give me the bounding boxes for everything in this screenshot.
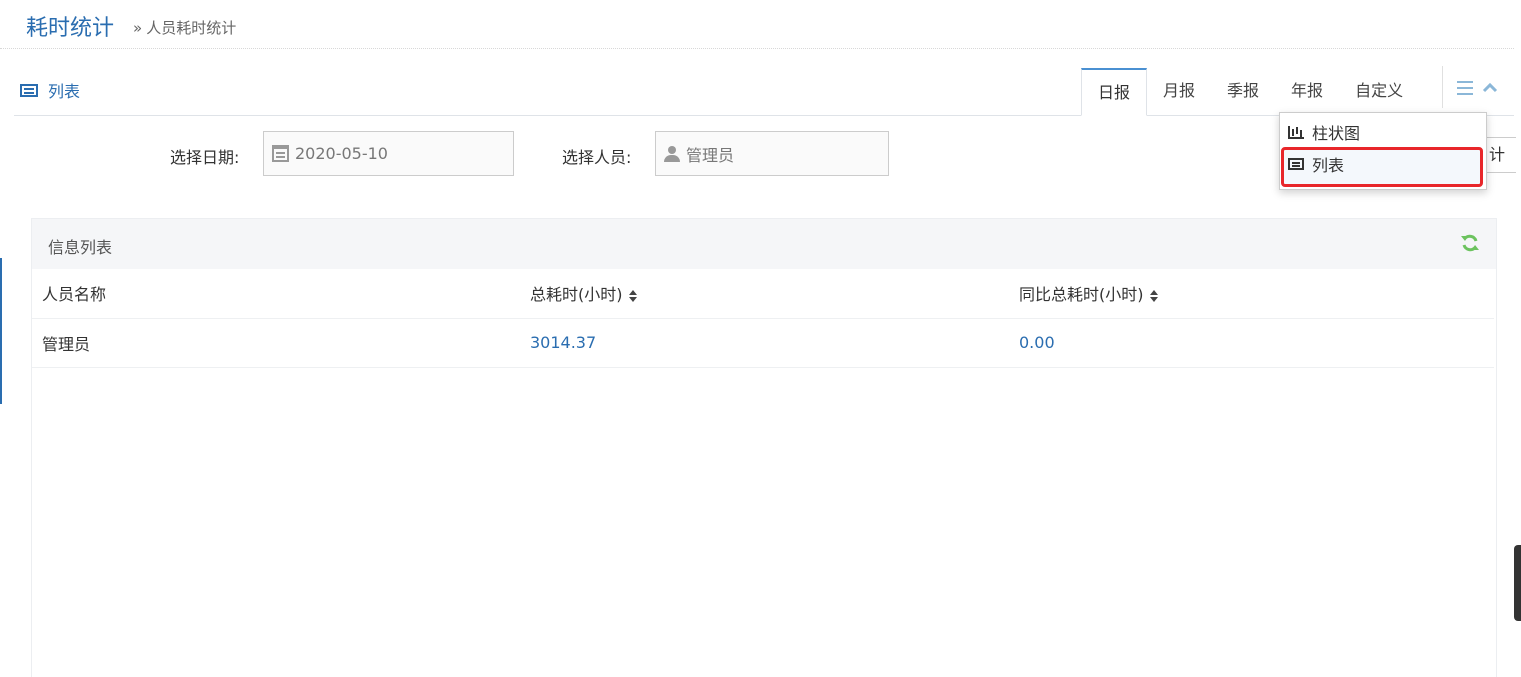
page: 耗时统计 » 人员耗时统计 列表 日报 月报 季报 年报 自定义 柱状图 列表 … (0, 0, 1521, 677)
menu-icon[interactable] (1457, 81, 1473, 95)
breadcrumb: 耗时统计 » 人员耗时统计 (0, 0, 1514, 49)
tab-yearly[interactable]: 年报 (1275, 68, 1339, 116)
menu-item-bar-chart-label: 柱状图 (1312, 124, 1361, 143)
toolbar-divider (1442, 66, 1443, 108)
menu-item-bar-chart[interactable]: 柱状图 (1288, 117, 1360, 147)
date-label: 选择日期: (170, 148, 240, 167)
tab-custom[interactable]: 自定义 (1339, 68, 1419, 116)
person-field-value: 管理员 (686, 145, 735, 165)
date-field[interactable]: 2020-05-10 (263, 131, 514, 176)
breadcrumb-separator: » (133, 19, 143, 37)
sort-icon[interactable] (628, 289, 637, 302)
user-icon (664, 145, 680, 162)
person-field[interactable]: 管理员 (655, 131, 889, 176)
widget-title-label: 列表 (48, 82, 81, 101)
widget-header: 列表 日报 月报 季报 年报 自定义 (14, 66, 1514, 116)
data-table: 人员名称 总耗时(小时) 同比总耗时(小时) 管理员 3014.37 0.00 (32, 269, 1494, 368)
tab-daily[interactable]: 日报 (1081, 68, 1148, 116)
refresh-icon[interactable] (1460, 233, 1480, 253)
column-header-name: 人员名称 (32, 269, 520, 319)
report-tabs: 日报 月报 季报 年报 自定义 (1081, 68, 1419, 116)
column-header-total-hours[interactable]: 总耗时(小时) (520, 269, 1009, 319)
bar-chart-icon (1288, 125, 1304, 139)
left-accent-bar (0, 258, 2, 404)
table-header-row: 人员名称 总耗时(小时) 同比总耗时(小时) (32, 269, 1494, 319)
breadcrumb-current: » 人员耗时统计 (133, 17, 236, 38)
column-header-total-hours-label: 总耗时(小时) (530, 285, 623, 305)
page-title[interactable]: 耗时统计 (26, 10, 114, 42)
person-label: 选择人员: (562, 148, 632, 167)
scrollbar[interactable] (1514, 545, 1521, 621)
sort-icon[interactable] (1149, 289, 1158, 302)
breadcrumb-current-label: 人员耗时统计 (146, 19, 237, 37)
list-icon (20, 83, 38, 97)
panel-header: 信息列表 (32, 219, 1496, 269)
menu-item-list-label: 列表 (1312, 156, 1345, 175)
chevron-up-icon[interactable] (1482, 80, 1498, 96)
menu-item-list[interactable]: 列表 (1288, 149, 1344, 179)
date-field-value: 2020-05-10 (295, 144, 388, 163)
widget-title: 列表 (20, 78, 80, 102)
view-dropdown-menu: 柱状图 列表 (1279, 112, 1487, 190)
list-icon (1288, 158, 1304, 170)
table-row: 管理员 3014.37 0.00 (32, 318, 1494, 368)
column-header-yoy-hours[interactable]: 同比总耗时(小时) (1009, 269, 1494, 319)
column-header-name-label: 人员名称 (42, 285, 107, 305)
cell-total-hours[interactable]: 3014.37 (520, 318, 1009, 368)
column-header-yoy-hours-label: 同比总耗时(小时) (1019, 285, 1144, 305)
panel-title: 信息列表 (48, 238, 113, 257)
calendar-icon (272, 145, 289, 162)
tab-quarterly[interactable]: 季报 (1211, 68, 1275, 116)
cell-name: 管理员 (32, 318, 520, 368)
cell-yoy-hours[interactable]: 0.00 (1009, 318, 1494, 368)
info-panel: 信息列表 人员名称 总耗时(小时) 同比总耗时(小时) 管理员 3014.37 (31, 218, 1497, 677)
tab-monthly[interactable]: 月报 (1147, 68, 1211, 116)
